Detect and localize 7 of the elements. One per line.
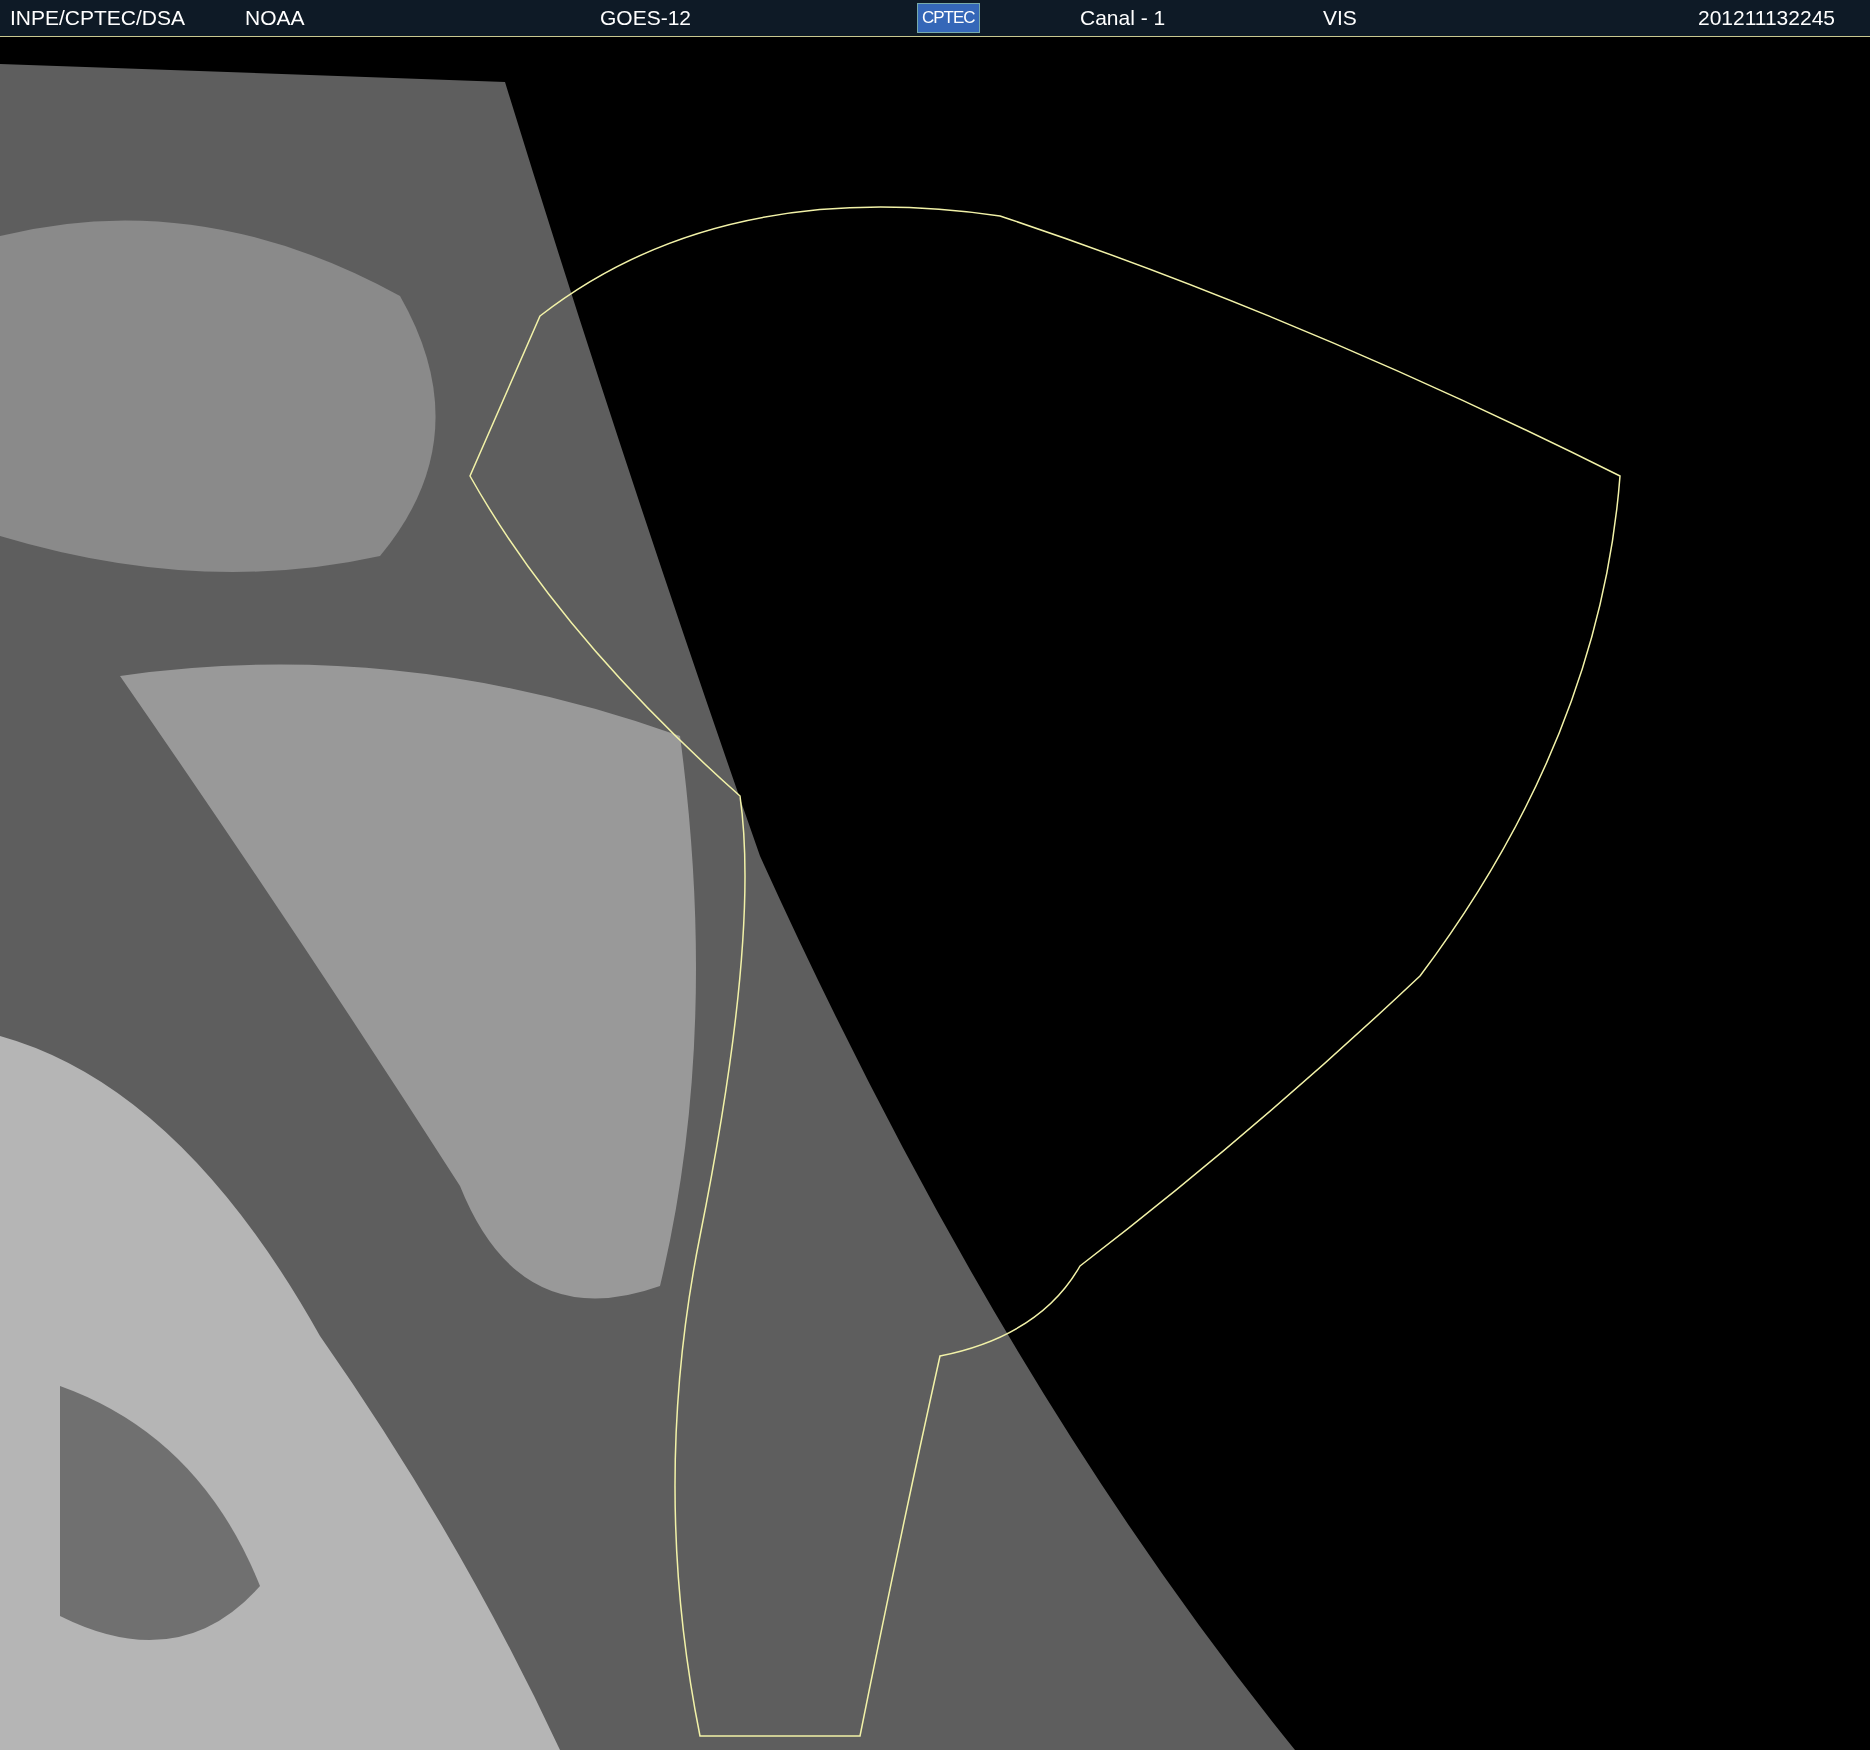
channel-label: Canal - 1 xyxy=(1080,6,1166,30)
timestamp-label: 201211132245 xyxy=(1697,6,1835,30)
agency-label: NOAA xyxy=(245,6,305,30)
logo: CPTEC xyxy=(917,3,980,33)
band-label: VIS xyxy=(1323,6,1357,30)
satellite-label: GOES-12 xyxy=(600,6,692,30)
source-label: INPE/CPTEC/DSA xyxy=(10,6,186,30)
